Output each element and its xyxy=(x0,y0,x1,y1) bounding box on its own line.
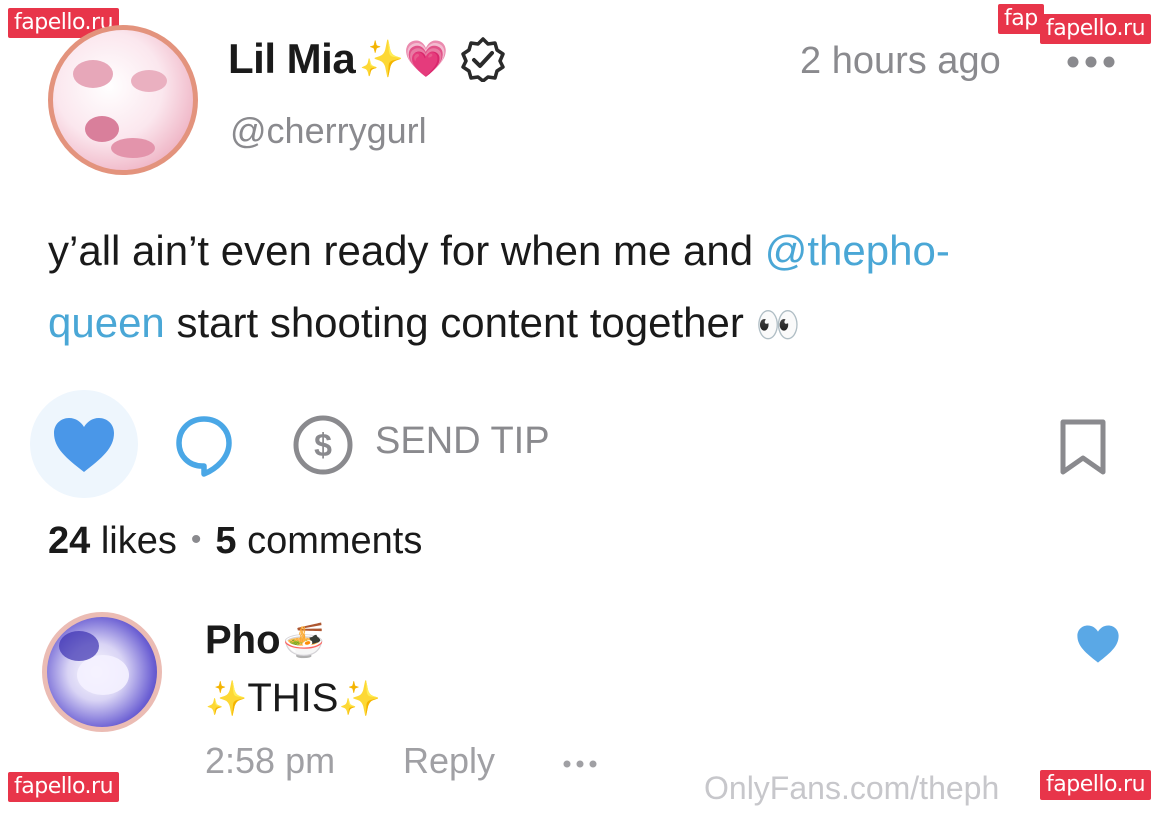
post-stats: 24 likes • 5 comments xyxy=(48,520,422,563)
svg-text:$: $ xyxy=(314,427,332,463)
post-text-after: start shooting content together xyxy=(164,299,756,346)
more-dots-icon[interactable] xyxy=(1066,52,1116,72)
commenter-name-row[interactable]: Pho 🍜 xyxy=(205,618,325,663)
post-timestamp: 2 hours ago xyxy=(800,40,1001,82)
comment-heart-icon[interactable] xyxy=(1076,624,1120,664)
watermark-bottom-left: fapello.ru xyxy=(8,772,120,802)
author-name-emoji: ✨💗 xyxy=(359,39,448,80)
onlyfans-watermark: OnlyFans.com/theph xyxy=(704,770,1000,806)
comments-label[interactable]: comments xyxy=(247,520,422,562)
reply-button[interactable]: Reply xyxy=(403,740,495,782)
noodle-emoji: 🍜 xyxy=(282,620,325,661)
bookmark-icon[interactable] xyxy=(1058,418,1108,476)
commenter-avatar[interactable] xyxy=(42,612,162,732)
likes-count[interactable]: 24 xyxy=(48,520,90,562)
watermark-top-right: fapello.ru xyxy=(1040,14,1152,44)
comment-timestamp: 2:58 pm xyxy=(205,740,336,781)
watermark-bottom-right: fapello.ru xyxy=(1040,770,1152,800)
post-text-before: y’all ain’t even ready for when me and xyxy=(48,227,765,274)
post-text: y’all ain’t even ready for when me and @… xyxy=(48,215,1128,362)
watermark-top-right-partial: fap xyxy=(998,4,1044,34)
stats-separator: • xyxy=(190,523,202,556)
verified-icon xyxy=(461,37,505,82)
comment-more-icon[interactable] xyxy=(562,758,598,770)
eyes-emoji: 👀 xyxy=(755,305,801,346)
sparkle-right: ✨ xyxy=(338,678,381,719)
author-avatar[interactable] xyxy=(48,25,198,175)
mention-link-continued[interactable]: queen xyxy=(48,299,165,346)
comment-icon[interactable] xyxy=(174,414,234,478)
author-name-row[interactable]: Lil Mia ✨💗 xyxy=(228,35,506,83)
author-name[interactable]: Lil Mia xyxy=(228,35,356,83)
send-tip-button[interactable]: SEND TIP xyxy=(375,420,550,463)
mention-link[interactable]: @thepho- xyxy=(765,227,950,274)
sparkle-left: ✨ xyxy=(205,678,248,719)
dollar-icon[interactable]: $ xyxy=(292,414,354,476)
commenter-name[interactable]: Pho xyxy=(205,618,281,663)
comments-count[interactable]: 5 xyxy=(215,520,236,562)
likes-label[interactable]: likes xyxy=(101,520,177,562)
comment-text: ✨ THIS ✨ xyxy=(205,676,381,721)
comment-body: THIS xyxy=(247,676,339,720)
author-handle[interactable]: @cherrygurl xyxy=(230,110,427,152)
heart-icon[interactable] xyxy=(52,416,116,474)
